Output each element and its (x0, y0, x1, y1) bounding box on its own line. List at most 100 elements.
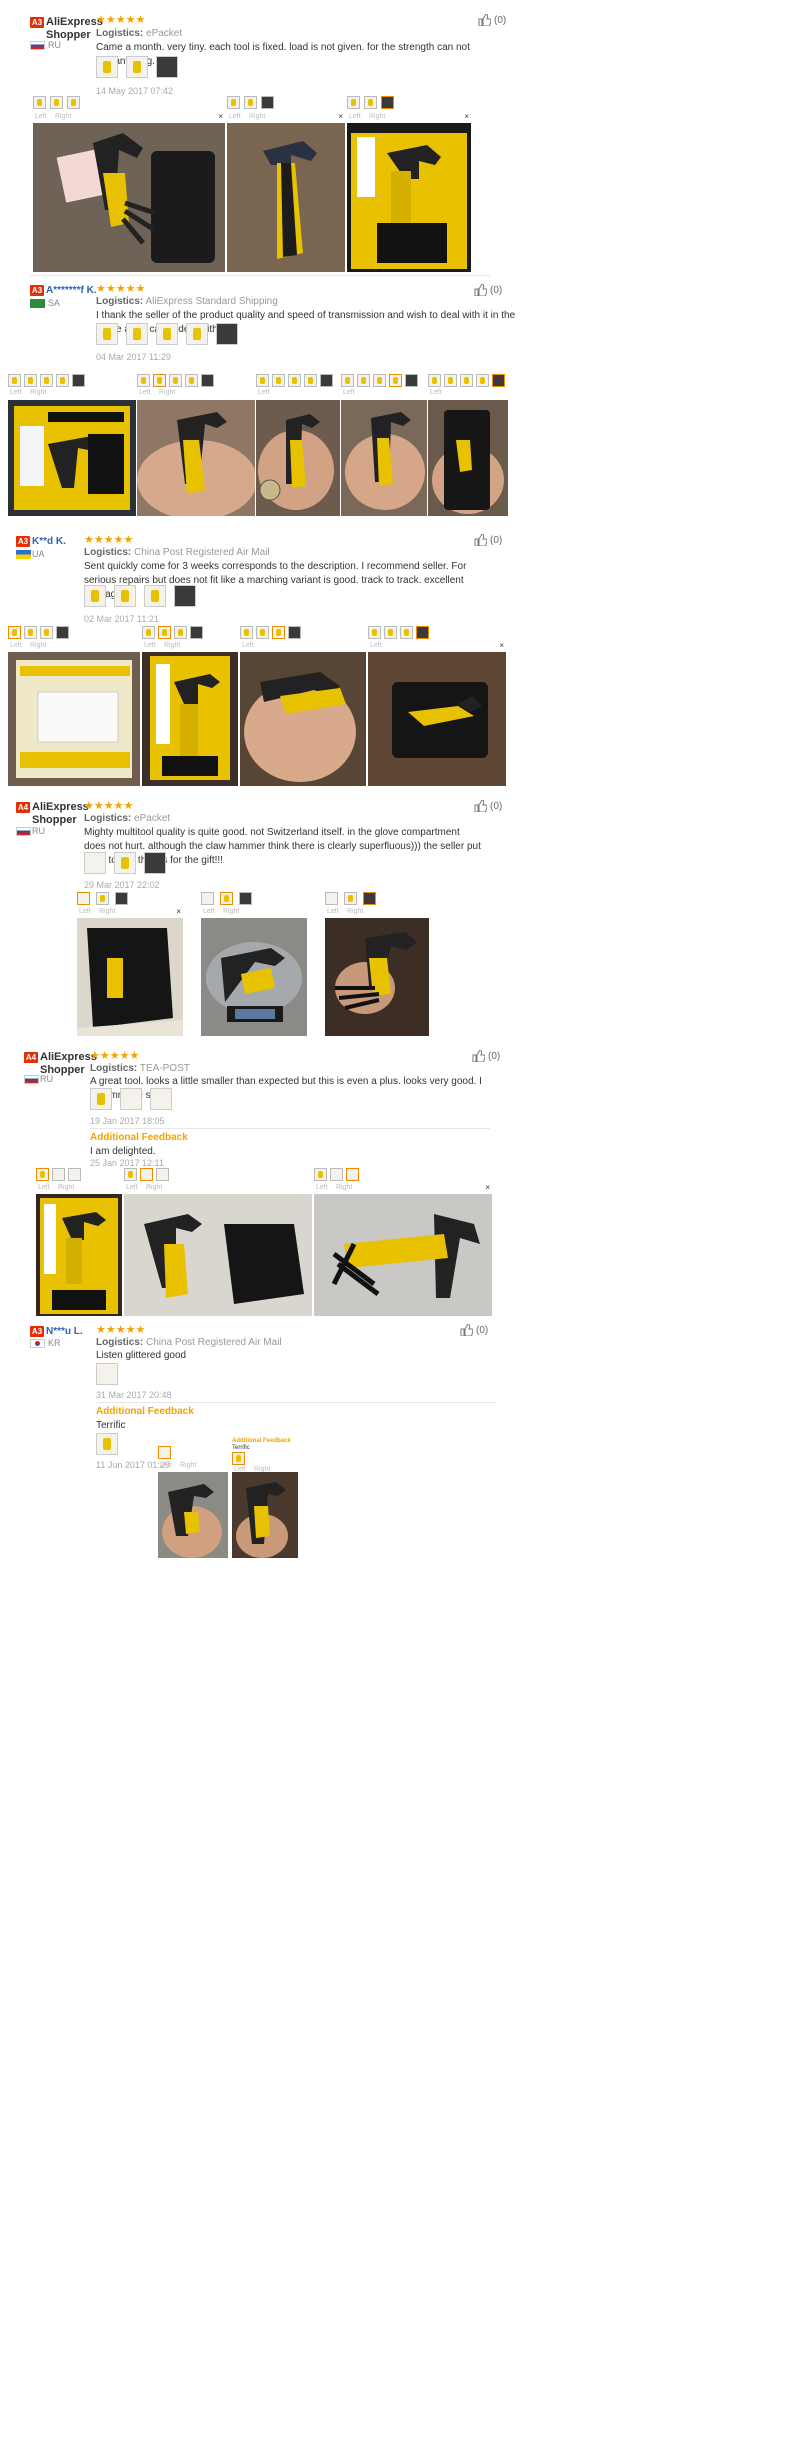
review-photo[interactable] (341, 400, 427, 516)
review-photo[interactable] (33, 123, 225, 272)
viewer-thumbnail[interactable] (142, 626, 155, 639)
review-photo-thumbnail[interactable] (186, 323, 208, 345)
viewer-thumbnail[interactable] (272, 374, 285, 387)
viewer-thumbnail[interactable] (256, 374, 269, 387)
viewer-thumbnail[interactable] (56, 374, 69, 387)
viewer-thumbnail[interactable] (33, 96, 46, 109)
rotate-right-button[interactable]: Right (369, 113, 385, 120)
viewer-thumbnail[interactable] (325, 892, 338, 905)
review-photo-thumbnail[interactable] (216, 323, 238, 345)
rotate-left-button[interactable]: Left (203, 908, 215, 915)
helpful-button[interactable]: (0) (478, 14, 506, 26)
review-photo-thumbnail[interactable] (114, 852, 136, 874)
rotate-right-button[interactable]: Right (180, 1462, 196, 1469)
viewer-thumbnail[interactable] (158, 626, 171, 639)
viewer-thumbnail[interactable] (115, 892, 128, 905)
viewer-thumbnail[interactable] (67, 96, 80, 109)
viewer-thumbnail[interactable] (444, 374, 457, 387)
viewer-thumbnail[interactable] (363, 892, 376, 905)
viewer-thumbnail[interactable] (72, 374, 85, 387)
viewer-thumbnail[interactable] (153, 374, 166, 387)
close-icon[interactable]: × (485, 1183, 490, 1192)
rotate-right-button[interactable]: Right (99, 908, 115, 915)
review-photo-thumbnail[interactable] (144, 852, 166, 874)
viewer-thumbnail[interactable] (77, 892, 90, 905)
review-photo[interactable] (201, 918, 307, 1036)
viewer-thumbnail[interactable] (174, 626, 187, 639)
review-photo-thumbnail[interactable] (114, 585, 136, 607)
rotate-left-button[interactable]: Left (38, 1184, 50, 1191)
review-photo-thumbnail[interactable] (126, 56, 148, 78)
rotate-left-button[interactable]: Left (229, 113, 241, 120)
viewer-thumbnail[interactable] (201, 374, 214, 387)
viewer-thumbnail[interactable] (158, 1446, 171, 1459)
rotate-right-button[interactable]: Right (55, 113, 71, 120)
review-photo-thumbnail[interactable] (144, 585, 166, 607)
viewer-thumbnail[interactable] (201, 892, 214, 905)
viewer-thumbnail[interactable] (460, 374, 473, 387)
review-photo[interactable] (314, 1194, 492, 1316)
viewer-thumbnail[interactable] (68, 1168, 81, 1181)
close-icon[interactable]: × (464, 112, 469, 121)
rotate-left-button[interactable]: Left (349, 113, 361, 120)
review-photo-thumbnail[interactable] (96, 1363, 118, 1385)
viewer-thumbnail[interactable] (341, 374, 354, 387)
viewer-thumbnail[interactable] (364, 96, 377, 109)
viewer-thumbnail[interactable] (261, 96, 274, 109)
rotate-left-button[interactable]: Left (35, 113, 47, 120)
rotate-right-button[interactable]: Right (30, 389, 46, 396)
rotate-left-button[interactable]: Left (144, 642, 156, 649)
review-photo-thumbnail[interactable] (84, 852, 106, 874)
review-photo[interactable] (428, 400, 508, 516)
viewer-thumbnail[interactable] (346, 1168, 359, 1181)
review-photo-thumbnail[interactable] (126, 323, 148, 345)
close-icon[interactable]: × (338, 112, 343, 121)
viewer-thumbnail[interactable] (492, 374, 505, 387)
rotate-left-button[interactable]: Left (327, 908, 339, 915)
rotate-left-button[interactable]: Left (79, 908, 91, 915)
rotate-left-button[interactable]: Left (10, 389, 22, 396)
rotate-left-button[interactable]: Left (242, 642, 254, 649)
rotate-right-button[interactable]: Right (146, 1184, 162, 1191)
viewer-thumbnail[interactable] (190, 626, 203, 639)
viewer-thumbnail[interactable] (232, 1452, 245, 1465)
viewer-thumbnail[interactable] (330, 1168, 343, 1181)
review-photo[interactable] (347, 123, 471, 272)
review-photo[interactable] (137, 400, 255, 516)
review-photo[interactable] (232, 1472, 298, 1558)
viewer-thumbnail[interactable] (304, 374, 317, 387)
review-photo-thumbnail[interactable] (150, 1088, 172, 1110)
viewer-thumbnail[interactable] (405, 374, 418, 387)
viewer-thumbnail[interactable] (272, 626, 285, 639)
review-photo[interactable] (8, 400, 136, 516)
viewer-thumbnail[interactable] (244, 96, 257, 109)
review-photo[interactable] (227, 123, 345, 272)
review-photo[interactable] (142, 652, 238, 786)
viewer-thumbnail[interactable] (56, 626, 69, 639)
viewer-thumbnail[interactable] (40, 626, 53, 639)
review-photo-thumbnail[interactable] (96, 1433, 118, 1455)
rotate-right-button[interactable]: Right (223, 908, 239, 915)
viewer-thumbnail[interactable] (357, 374, 370, 387)
rotate-left-button[interactable]: Left (430, 389, 442, 396)
viewer-thumbnail[interactable] (50, 96, 63, 109)
review-photo[interactable] (8, 652, 140, 786)
viewer-thumbnail[interactable] (8, 374, 21, 387)
rotate-right-button[interactable]: Right (347, 908, 363, 915)
rotate-left-button[interactable]: Left (10, 642, 22, 649)
review-photo[interactable] (36, 1194, 122, 1316)
viewer-thumbnail[interactable] (373, 374, 386, 387)
review-photo-thumbnail[interactable] (90, 1088, 112, 1110)
helpful-button[interactable]: (0) (474, 534, 502, 546)
viewer-thumbnail[interactable] (137, 374, 150, 387)
viewer-thumbnail[interactable] (227, 96, 240, 109)
review-photo[interactable] (256, 400, 340, 516)
viewer-thumbnail[interactable] (256, 626, 269, 639)
viewer-thumbnail[interactable] (239, 892, 252, 905)
review-photo[interactable] (124, 1194, 312, 1316)
review-photo[interactable] (325, 918, 429, 1036)
review-photo-thumbnail[interactable] (156, 323, 178, 345)
review-photo-thumbnail[interactable] (96, 323, 118, 345)
close-icon[interactable]: × (176, 907, 181, 916)
rotate-right-button[interactable]: Right (58, 1184, 74, 1191)
